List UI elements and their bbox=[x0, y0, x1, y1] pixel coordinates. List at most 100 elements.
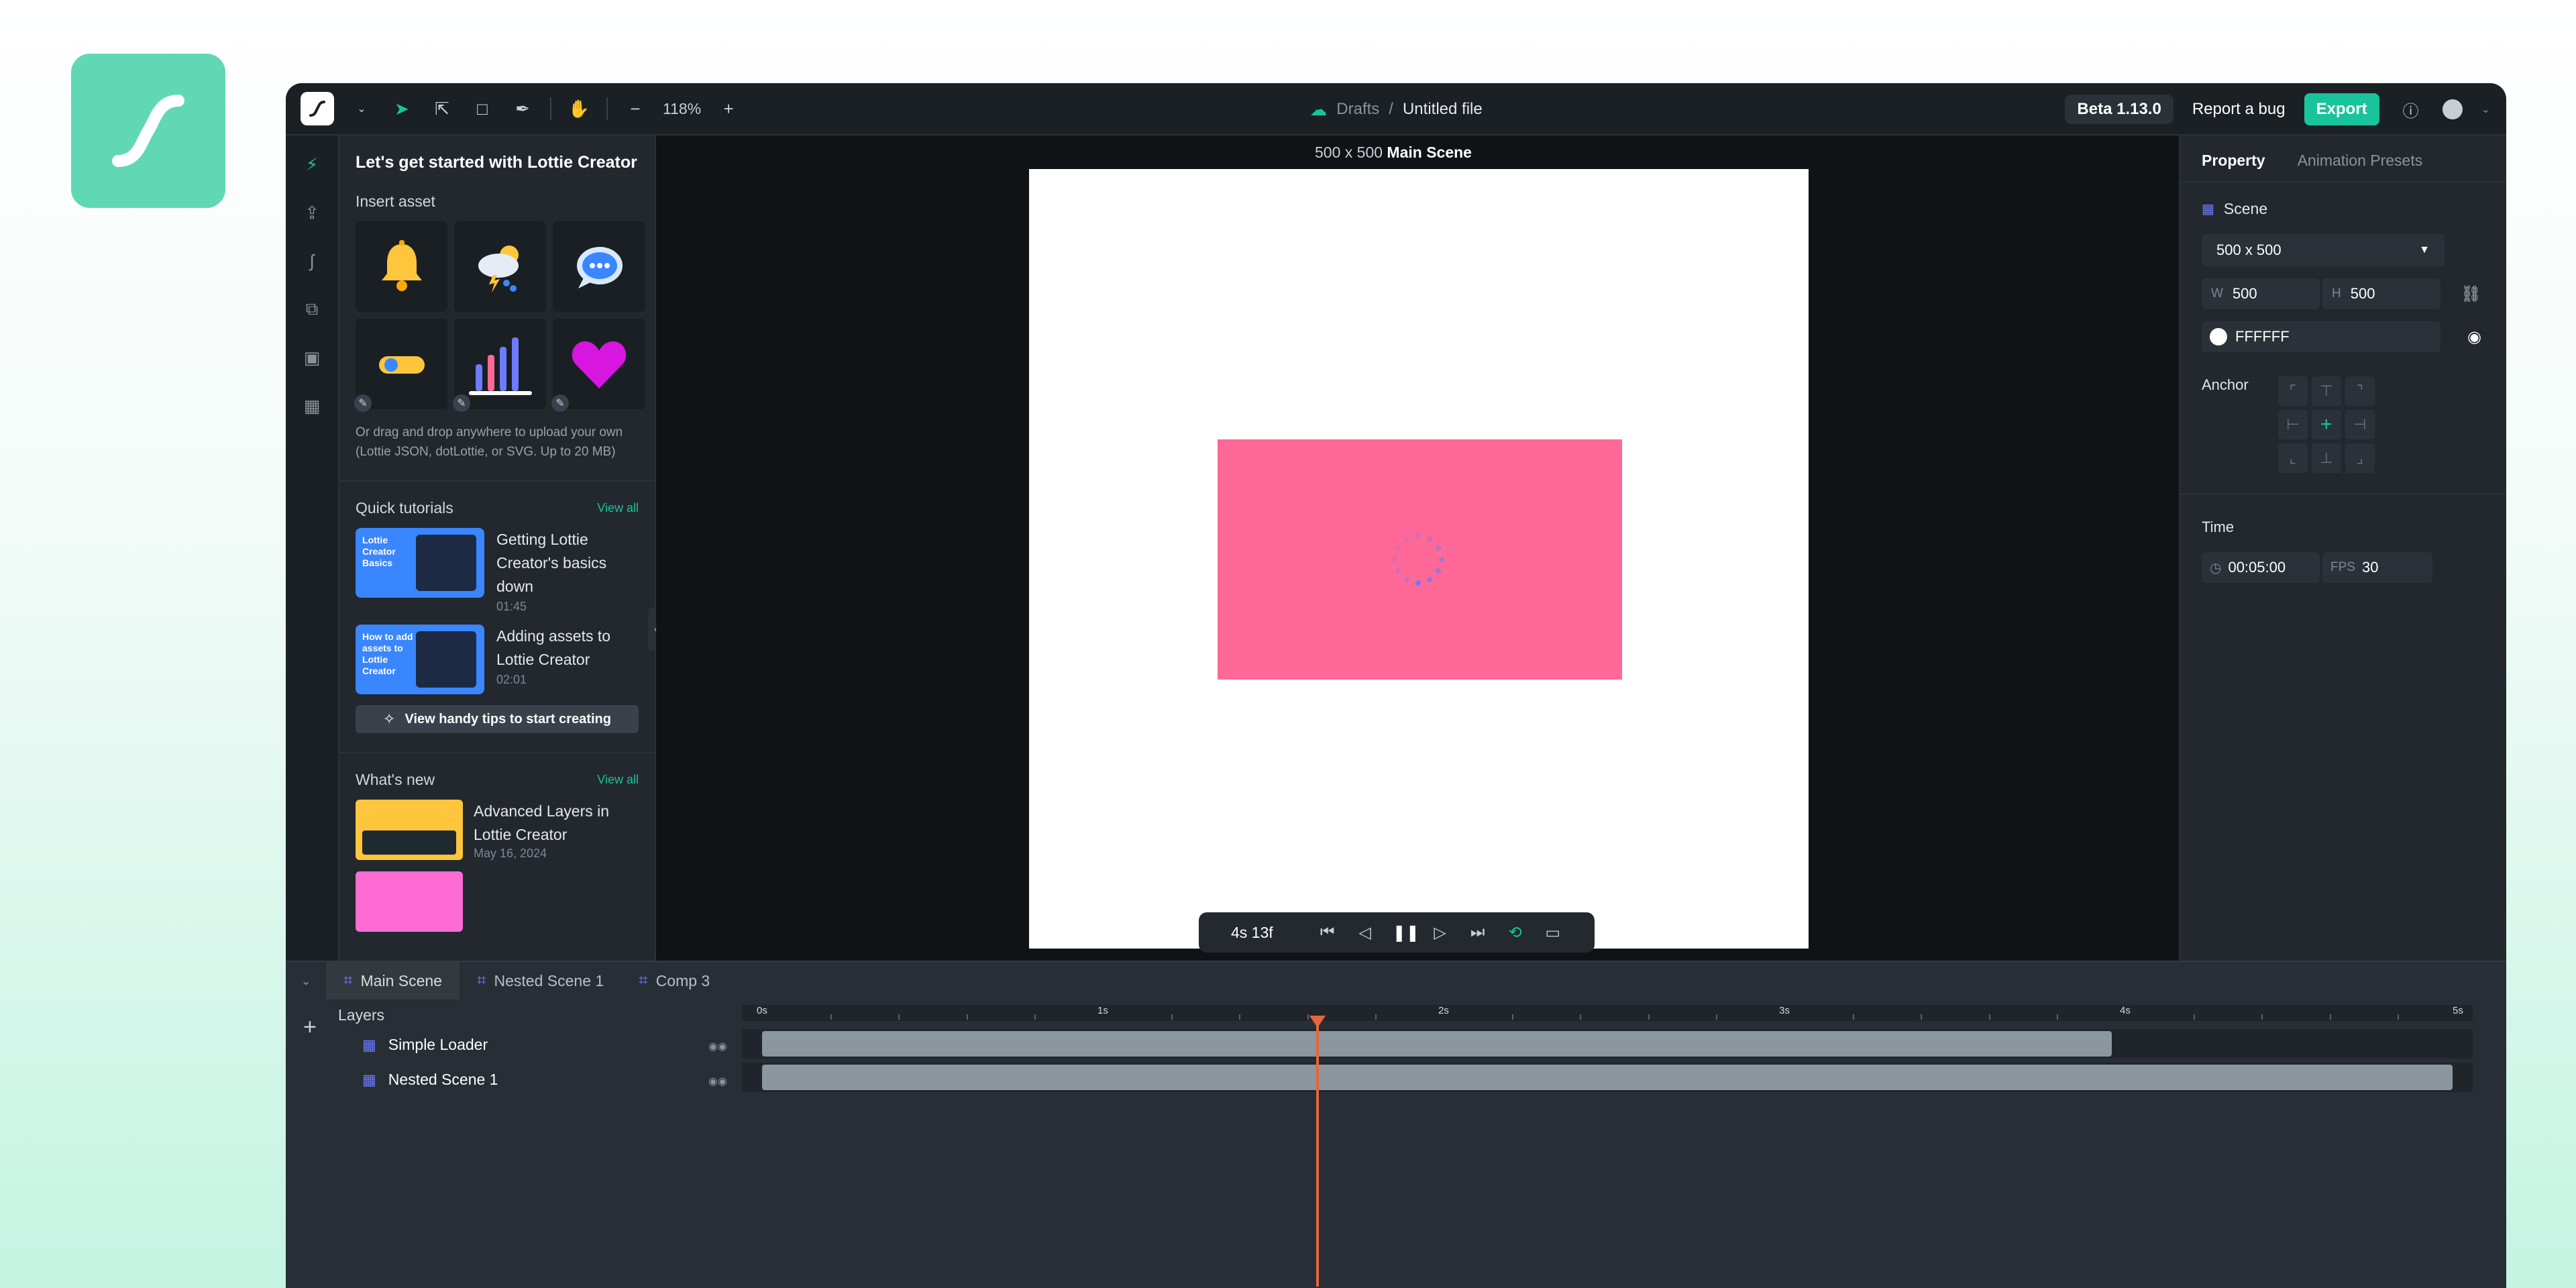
tab-main-scene[interactable]: ⌗ Main Scene bbox=[326, 962, 460, 1000]
lightning-icon[interactable]: ⚡ bbox=[301, 153, 323, 176]
duration-field[interactable]: ◷ 00:05:00 bbox=[2202, 552, 2320, 583]
tutorial-item[interactable]: Lottie Creator Basics Getting Lottie Cre… bbox=[339, 517, 655, 614]
avatar[interactable] bbox=[2442, 99, 2463, 119]
visibility-icon[interactable]: ◉◉ bbox=[708, 1040, 727, 1053]
export-button[interactable]: Export bbox=[2304, 93, 2379, 125]
chevron-down-icon[interactable]: ⌄ bbox=[349, 96, 374, 121]
app-menu-button[interactable] bbox=[301, 92, 334, 125]
asset-chat[interactable] bbox=[553, 221, 645, 312]
shape-tool-icon[interactable]: □ bbox=[470, 96, 495, 121]
asset-heart[interactable]: ✎ bbox=[551, 319, 645, 412]
ruler-minor-tick bbox=[2398, 1014, 2400, 1020]
playhead[interactable] bbox=[1316, 1018, 1320, 1287]
direct-select-tool-icon[interactable]: ⇱ bbox=[429, 96, 455, 121]
skip-to-start-icon[interactable]: ⏮ bbox=[1318, 923, 1338, 942]
asset-toggle[interactable]: ✎ bbox=[354, 319, 447, 412]
fps-field[interactable]: FPS 30 bbox=[2322, 552, 2432, 583]
zoom-in-icon[interactable]: + bbox=[716, 96, 741, 121]
link-icon[interactable]: ⛓ bbox=[2461, 284, 2481, 304]
duration-value: 00:05:00 bbox=[2228, 559, 2286, 576]
anchor-center[interactable]: + bbox=[2311, 410, 2341, 439]
anchor-top-left[interactable]: ⌜ bbox=[2277, 376, 2308, 406]
loop-icon[interactable]: ⟲ bbox=[1505, 923, 1525, 943]
bell-icon bbox=[381, 239, 422, 291]
view-tips-label: View handy tips to start creating bbox=[405, 711, 611, 727]
ruler-minor-tick bbox=[1921, 1014, 1923, 1020]
tab-nested-scene-1[interactable]: ⌗ Nested Scene 1 bbox=[460, 962, 621, 1000]
time-ruler[interactable]: 0s 1s 2s 3s 4s 5s bbox=[742, 1005, 2473, 1021]
pause-icon[interactable]: ❚❚ bbox=[1393, 923, 1419, 943]
add-layer-icon[interactable]: + bbox=[303, 1014, 317, 1040]
layer-bar[interactable] bbox=[762, 1065, 2453, 1090]
news-thumbnail bbox=[356, 800, 463, 860]
zoom-out-icon[interactable]: − bbox=[623, 96, 648, 121]
width-field[interactable]: W 500 bbox=[2202, 278, 2320, 309]
caret-down-icon: ▼ bbox=[2419, 244, 2430, 256]
anchor-bottom-right[interactable]: ⌟ bbox=[2345, 443, 2375, 473]
scene-header: ▦ Scene bbox=[2180, 182, 2506, 218]
layer-bar[interactable] bbox=[762, 1031, 2112, 1057]
background-color-field[interactable]: FFFFFF bbox=[2202, 321, 2440, 352]
report-bug-link[interactable]: Report a bug bbox=[2192, 100, 2286, 119]
scene-frame-icon: ⌗ bbox=[476, 971, 486, 989]
tab-animation-presets[interactable]: Animation Presets bbox=[2298, 152, 2423, 181]
visibility-icon[interactable]: ◉◉ bbox=[708, 1075, 727, 1088]
file-name[interactable]: Untitled file bbox=[1403, 100, 1483, 119]
upload-icon[interactable]: ⇪ bbox=[301, 201, 323, 224]
anchor-bottom-left[interactable]: ⌞ bbox=[2277, 443, 2308, 473]
scene-size-select[interactable]: 500 x 500 ▼ bbox=[2202, 234, 2445, 266]
news-item-partial[interactable] bbox=[339, 861, 655, 932]
height-field[interactable]: H 500 bbox=[2322, 278, 2440, 309]
layers-icon[interactable]: ⧉ bbox=[301, 298, 323, 321]
layer-row[interactable]: ▦ Simple Loader bbox=[362, 1036, 488, 1054]
edit-icon[interactable]: ✎ bbox=[453, 394, 470, 412]
tutorials-view-all-link[interactable]: View all bbox=[597, 501, 639, 515]
tutorial-item[interactable]: How to add assets to Lottie Creator Addi… bbox=[339, 614, 655, 694]
tutorial-title: Adding assets to Lottie Creator bbox=[496, 627, 611, 668]
anchor-middle-left[interactable]: ⊢ bbox=[2277, 410, 2308, 439]
layer-row[interactable]: ▦ Nested Scene 1 bbox=[362, 1071, 498, 1089]
breadcrumb-drafts[interactable]: Drafts bbox=[1336, 100, 1379, 119]
color-swatch[interactable] bbox=[2210, 328, 2227, 345]
chevron-down-icon[interactable]: ⌄ bbox=[2481, 103, 2490, 116]
scene-icon[interactable]: ▦ bbox=[301, 394, 323, 417]
zoom-level[interactable]: 118% bbox=[663, 100, 701, 118]
asset-weather[interactable] bbox=[454, 221, 546, 312]
view-tips-button[interactable]: ✧ View handy tips to start creating bbox=[356, 705, 639, 733]
whats-new-view-all-link[interactable]: View all bbox=[597, 773, 639, 787]
pen-tool-icon[interactable]: ✒ bbox=[510, 96, 535, 121]
news-item[interactable]: Advanced Layers in Lottie Creator May 16… bbox=[339, 789, 655, 861]
select-tool-icon[interactable]: ➤ bbox=[389, 96, 415, 121]
anchor-top-right[interactable]: ⌝ bbox=[2345, 376, 2375, 406]
quick-tutorials-heading: Quick tutorials bbox=[356, 499, 453, 517]
step-forward-icon[interactable]: ▷ bbox=[1430, 923, 1450, 943]
eye-icon[interactable]: ◉ bbox=[2467, 327, 2481, 347]
tab-label: Main Scene bbox=[360, 971, 442, 989]
help-icon[interactable]: ⓘ bbox=[2398, 97, 2424, 122]
collapse-timeline-icon[interactable]: ⌄ bbox=[286, 974, 326, 988]
anchor-middle-right[interactable]: ⊣ bbox=[2345, 410, 2375, 439]
anchor-bottom-center[interactable]: ⊥ bbox=[2311, 443, 2341, 473]
step-back-icon[interactable]: ◁ bbox=[1355, 923, 1375, 943]
path-icon[interactable]: ∫ bbox=[301, 250, 323, 272]
asset-bell[interactable] bbox=[356, 221, 447, 312]
anchor-top-center[interactable]: ⊤ bbox=[2311, 376, 2341, 406]
tab-property[interactable]: Property bbox=[2202, 152, 2265, 181]
ruler-tick-label: 5s bbox=[2453, 1005, 2463, 1016]
layer-grid-icon: ▦ bbox=[362, 1036, 376, 1053]
tutorial-duration: 01:45 bbox=[496, 600, 527, 613]
assets-icon[interactable]: ▣ bbox=[301, 346, 323, 369]
preview-icon[interactable]: ▭ bbox=[1543, 923, 1563, 943]
layer-track bbox=[742, 1029, 2473, 1059]
tab-comp-3[interactable]: ⌗ Comp 3 bbox=[621, 962, 727, 1000]
ruler-minor-tick bbox=[830, 1014, 832, 1020]
edit-icon[interactable]: ✎ bbox=[551, 394, 569, 412]
whats-new-header: What's new View all bbox=[339, 753, 655, 789]
edit-icon[interactable]: ✎ bbox=[354, 394, 372, 412]
breadcrumb: ☁ Drafts / Untitled file bbox=[1309, 83, 1482, 136]
skip-to-end-icon[interactable]: ⏭ bbox=[1468, 923, 1488, 942]
ruler-minor-tick bbox=[1034, 1014, 1036, 1020]
ruler-minor-tick bbox=[1511, 1014, 1513, 1020]
hand-tool-icon[interactable]: ✋ bbox=[566, 96, 592, 121]
asset-bar-chart[interactable]: ✎ bbox=[453, 319, 546, 412]
